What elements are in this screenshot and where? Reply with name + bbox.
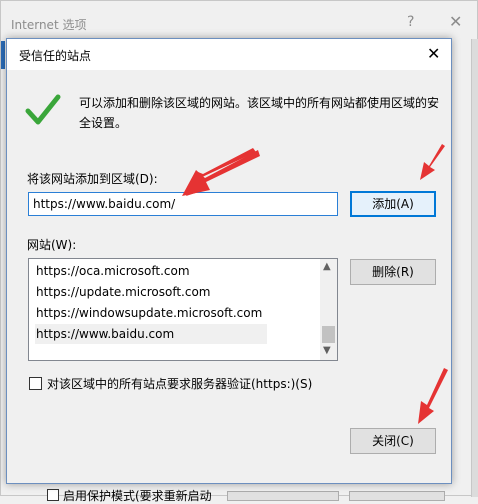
window-title: Internet 选项 <box>11 18 87 32</box>
list-item[interactable]: https://update.microsoft.com <box>35 282 267 302</box>
help-button[interactable]: ? <box>407 14 414 30</box>
scroll-thumb[interactable] <box>322 326 335 343</box>
add-button[interactable]: 添加(A) <box>350 191 436 217</box>
sites-list[interactable]: https://oca.microsoft.com https://update… <box>28 258 338 361</box>
list-item[interactable]: https://www.baidu.com <box>35 324 267 344</box>
protected-mode-checkbox[interactable] <box>47 489 59 501</box>
custom-level-button[interactable] <box>227 491 339 501</box>
dialog-title: 受信任的站点 <box>19 49 92 63</box>
require-https-checkbox[interactable] <box>29 377 42 390</box>
add-site-label: 将该网站添加到区域(D): <box>27 172 158 186</box>
scroll-up-icon[interactable]: ▲ <box>323 261 331 272</box>
window-close-button[interactable]: ✕ <box>449 12 462 31</box>
require-https-label: 对该区域中的所有站点要求服务器验证(https:)(S) <box>47 377 313 391</box>
sites-scrollbar[interactable]: ▲ ▼ <box>320 259 337 360</box>
list-item[interactable]: https://windowsupdate.microsoft.com <box>35 303 267 323</box>
site-url-input[interactable] <box>28 192 338 216</box>
dialog-titlebar: 受信任的站点 ✕ <box>7 39 451 70</box>
check-icon <box>25 94 61 125</box>
dialog-close-button[interactable]: ✕ <box>427 44 440 63</box>
remove-button[interactable]: 删除(R) <box>350 259 436 285</box>
tab-edge <box>1 41 5 69</box>
list-item[interactable]: https://oca.microsoft.com <box>35 261 267 281</box>
dialog-description: 可以添加和删除该区域的网站。该区域中的所有网站都使用区域的安全设置。 <box>79 96 440 130</box>
sites-label: 网站(W): <box>27 238 77 252</box>
window-right-edge <box>471 39 478 497</box>
default-level-button[interactable] <box>349 491 445 501</box>
scroll-down-icon[interactable]: ▼ <box>323 345 331 356</box>
trusted-sites-dialog: 受信任的站点 ✕ 可以添加和删除该区域的网站。该区域中的所有网站都使用区域的安全… <box>6 38 452 484</box>
close-button[interactable]: 关闭(C) <box>350 428 436 454</box>
